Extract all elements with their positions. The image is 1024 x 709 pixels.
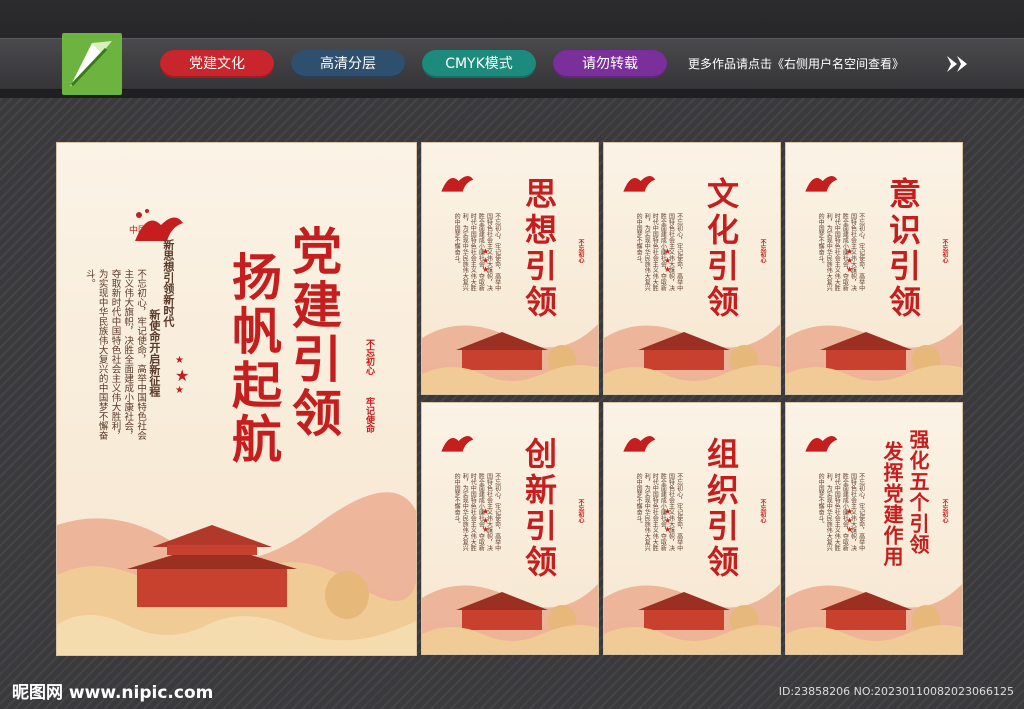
seal-text: 不忘初心: [759, 239, 766, 263]
top-banner: [0, 0, 1024, 98]
poster-title: 思想引领: [520, 177, 558, 321]
stars-decoration: ★ ★ ★: [482, 507, 490, 534]
nipic-watermark: 昵图网 www.nipic.com: [12, 683, 214, 703]
stars-decoration: ★ ★ ★: [482, 247, 490, 274]
stars-decoration: ★ ★ ★: [846, 247, 854, 274]
seal-text: 不忘初心: [577, 499, 584, 523]
subtitle-line1: 新思想引领新时代: [161, 239, 175, 327]
china-dream-logo: [805, 435, 838, 452]
poster-title: 组织引领: [702, 437, 740, 581]
tag-cmyk[interactable]: CMYK模式: [422, 50, 536, 78]
tag-party-culture[interactable]: 党建文化: [160, 50, 274, 78]
body-text: 不忘初心，牢记使命，高举中国特色社会主义伟大旗帜，决胜全面建成小康社会，夺取新时…: [83, 269, 147, 440]
tag-hd-layers[interactable]: 高清分层: [291, 50, 405, 78]
poster-innovation: 创新引领 不忘初心，牢记使命，高举中国特色社会主义伟大旗帜，决胜全面建成小康社会…: [421, 402, 599, 655]
poster-title: 文化引领: [702, 177, 740, 321]
china-dream-logo: [441, 435, 474, 452]
poster-body-lines: 不忘初心，牢记使命，高举中国特色社会主义伟大旗帜，决胜全面建成小康社会，夺取新时…: [453, 213, 501, 291]
stars-decoration: ★ ★ ★: [846, 507, 854, 534]
main-poster: 中国梦 党建引领 扬帆起航 ★ ★ ★ 不忘初心 牢记使命 新思想引领新时代 新使命…: [56, 142, 417, 656]
poster-body-lines: 不忘初心，牢记使命，高举中国特色社会主义伟大旗帜，决胜全面建成小康社会，夺取新时…: [817, 213, 865, 291]
poster-body-lines: 不忘初心，牢记使命，高举中国特色社会主义伟大旗帜，决胜全面建成小康社会，夺取新时…: [635, 473, 683, 551]
palace-scene: [604, 323, 780, 394]
main-title-line2: 扬帆起航: [224, 251, 283, 467]
stars-decoration: ★ ★ ★: [664, 507, 672, 534]
seal-text: 不忘初心: [941, 499, 948, 523]
palace-scene: [57, 492, 416, 655]
palace-scene: [422, 583, 598, 654]
double-arrow-icon[interactable]: [945, 54, 971, 74]
china-dream-logo: [805, 175, 838, 192]
seal-not-forget: 不忘初心: [364, 339, 374, 375]
poster-title-line2: 发挥党建作用: [880, 441, 904, 567]
palace-scene: [422, 323, 598, 394]
poster-title: 意识引领: [884, 177, 922, 321]
palace-scene: [786, 583, 962, 654]
china-dream-logo: [623, 175, 656, 192]
poster-culture: 文化引领 不忘初心，牢记使命，高举中国特色社会主义伟大旗帜，决胜全面建成小康社会…: [603, 142, 781, 395]
tag-no-repost[interactable]: 请勿转载: [553, 50, 667, 78]
poster-body-lines: 不忘初心，牢记使命，高举中国特色社会主义伟大旗帜，决胜全面建成小康社会，夺取新时…: [453, 473, 501, 551]
poster-body-lines: 不忘初心，牢记使命，高举中国特色社会主义伟大旗帜，决胜全面建成小康社会，夺取新时…: [635, 213, 683, 291]
china-dream-logo: [623, 435, 656, 452]
china-dream-text: 中国梦: [129, 226, 157, 236]
palace-scene: [604, 583, 780, 654]
china-dream-logo: 中国梦: [127, 201, 187, 261]
site-logo[interactable]: [62, 33, 122, 95]
poster-body-lines: 不忘初心，牢记使命，高举中国特色社会主义伟大旗帜，决胜全面建成小康社会，夺取新时…: [817, 473, 865, 551]
seal-text: 不忘初心: [759, 499, 766, 523]
poster-thought: 思想引领 不忘初心，牢记使命，高举中国特色社会主义伟大旗帜，决胜全面建成小康社会…: [421, 142, 599, 395]
poster-title-line1: 强化五个引领: [906, 429, 930, 555]
seal-text: 不忘初心: [941, 239, 948, 263]
poster-awareness: 意识引领 不忘初心，牢记使命，高举中国特色社会主义伟大旗帜，决胜全面建成小康社会…: [785, 142, 963, 395]
more-works-tagline: 更多作品请点击《右侧用户名空间查看》: [688, 57, 905, 71]
china-dream-logo: [441, 175, 474, 192]
stars-decoration: ★ ★ ★: [664, 247, 672, 274]
seal-text: 不忘初心: [577, 239, 584, 263]
seal-keep-mission: 牢记使命: [364, 397, 374, 433]
poster-organization: 组织引领 不忘初心，牢记使命，高举中国特色社会主义伟大旗帜，决胜全面建成小康社会…: [603, 402, 781, 655]
image-id-text: ID:23858206 NO:20230110082023066125: [778, 685, 1014, 698]
stars-decoration: ★ ★ ★: [175, 355, 190, 396]
subtitle-line2: 新使命开启新征程: [147, 309, 161, 397]
palace-scene: [786, 323, 962, 394]
poster-five-leads: 强化五个引领 发挥党建作用 不忘初心，牢记使命，高举中国特色社会主义伟大旗帜，决…: [785, 402, 963, 655]
pen-icon: [70, 41, 112, 87]
poster-title: 创新引领: [520, 437, 558, 581]
